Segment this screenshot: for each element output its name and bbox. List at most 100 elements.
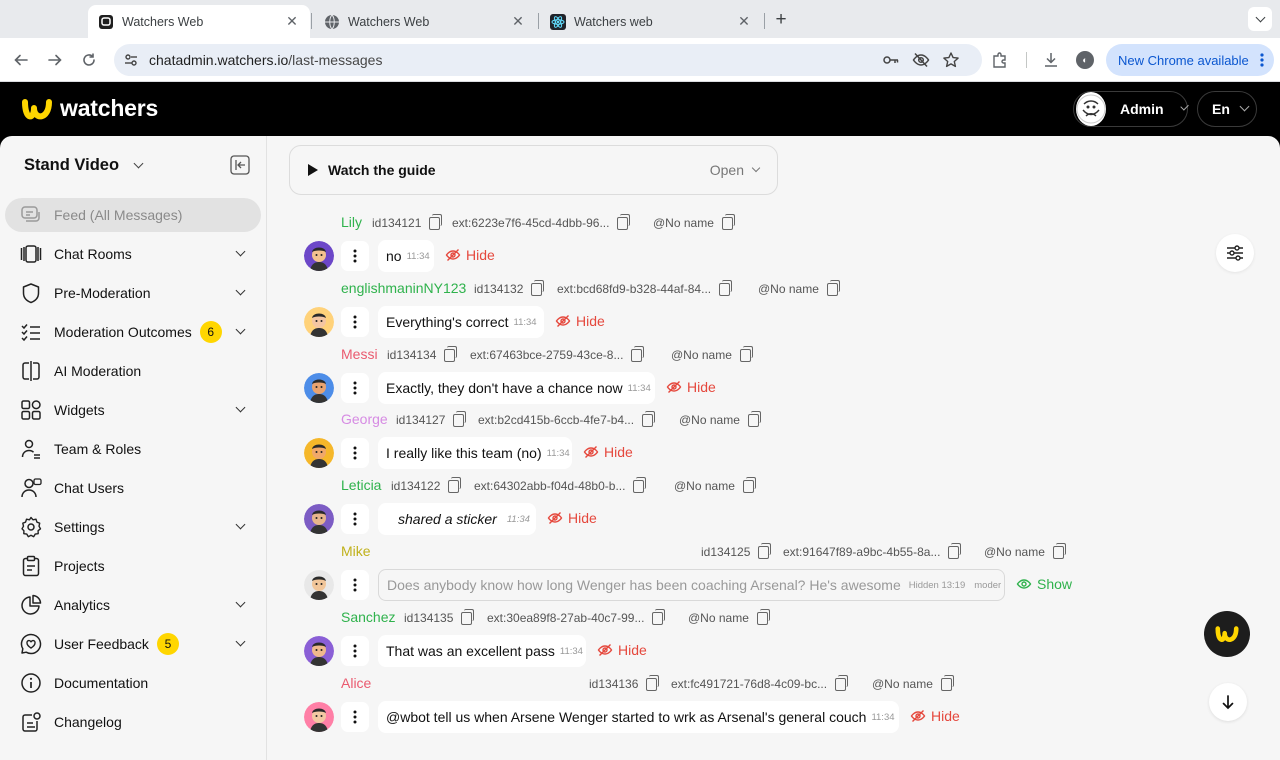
- sidebar-item-chat-rooms[interactable]: Chat Rooms: [5, 237, 261, 271]
- sidebar-item-documentation[interactable]: Documentation: [5, 666, 261, 700]
- copy-icon[interactable]: [1052, 542, 1066, 559]
- message-bubble[interactable]: shared a sticker 11:34: [378, 503, 536, 535]
- sidebar-item-moderation-outcomes[interactable]: Moderation Outcomes 6: [5, 315, 261, 349]
- copy-icon[interactable]: [747, 410, 761, 427]
- avatar[interactable]: [304, 636, 334, 666]
- show-message-button[interactable]: Show: [1016, 576, 1072, 592]
- copy-icon[interactable]: [631, 345, 645, 362]
- copy-icon[interactable]: [646, 674, 660, 691]
- message-username[interactable]: englishmaninNY123: [341, 280, 466, 296]
- browser-tab[interactable]: Watchers web ✕: [540, 5, 762, 38]
- sidebar-item-team-roles[interactable]: Team & Roles: [5, 432, 261, 466]
- copy-icon[interactable]: [444, 345, 458, 362]
- back-button[interactable]: [10, 49, 32, 71]
- forward-button[interactable]: [44, 49, 66, 71]
- copy-icon[interactable]: [758, 542, 772, 559]
- sidebar-item-pre-moderation[interactable]: Pre-Moderation: [5, 276, 261, 310]
- message-menu-button[interactable]: [341, 307, 369, 337]
- admin-menu-button[interactable]: Admin: [1073, 91, 1189, 127]
- chevron-down-icon[interactable]: [235, 519, 246, 530]
- browser-tab-active[interactable]: Watchers Web ✕: [88, 5, 310, 38]
- message-menu-button[interactable]: [341, 702, 369, 732]
- sidebar-item-chat-users[interactable]: Chat Users: [5, 471, 261, 505]
- copy-icon[interactable]: [721, 213, 735, 230]
- sidebar-item-ai-moderation[interactable]: AI Moderation: [5, 354, 261, 388]
- message-bubble[interactable]: @wbot tell us when Arsene Wenger started…: [378, 701, 899, 733]
- message-bubble[interactable]: That was an excellent pass 11:34: [378, 635, 586, 667]
- avatar[interactable]: [304, 570, 334, 600]
- filter-settings-button[interactable]: [1216, 234, 1254, 272]
- chevron-down-icon[interactable]: [235, 597, 246, 608]
- sidebar-item-user-feedback[interactable]: User Feedback 5: [5, 627, 261, 661]
- message-username[interactable]: Lily: [341, 214, 362, 230]
- copy-icon[interactable]: [453, 410, 467, 427]
- message-bubble[interactable]: I really like this team (no) 11:34: [378, 437, 572, 469]
- site-settings-icon[interactable]: [122, 51, 140, 69]
- copy-icon[interactable]: [742, 476, 756, 493]
- message-bubble[interactable]: Does anybody know how long Wenger has be…: [378, 569, 1005, 601]
- copy-icon[interactable]: [835, 674, 849, 691]
- message-menu-button[interactable]: [341, 570, 369, 600]
- avatar[interactable]: [304, 438, 334, 468]
- sidebar-item-settings[interactable]: Settings: [5, 510, 261, 544]
- copy-icon[interactable]: [633, 476, 647, 493]
- avatar[interactable]: [304, 504, 334, 534]
- copy-icon[interactable]: [719, 279, 733, 296]
- message-username[interactable]: Alice: [341, 675, 371, 691]
- eye-off-icon[interactable]: [912, 51, 930, 69]
- guide-open-button[interactable]: Open: [710, 162, 761, 178]
- chevron-down-icon[interactable]: [235, 636, 246, 647]
- message-bubble[interactable]: Everything's correct 11:34: [378, 306, 544, 338]
- kebab-menu-icon[interactable]: [1260, 52, 1264, 71]
- guide-banner[interactable]: Watch the guide Open: [289, 145, 778, 195]
- tab-close-icon[interactable]: ✕: [284, 13, 300, 30]
- message-bubble[interactable]: Exactly, they don't have a chance now 11…: [378, 372, 655, 404]
- download-icon[interactable]: [1041, 50, 1061, 70]
- copy-icon[interactable]: [531, 279, 545, 296]
- avatar[interactable]: [304, 307, 334, 337]
- browser-tab[interactable]: Watchers Web ✕: [314, 5, 536, 38]
- scroll-down-button[interactable]: [1209, 683, 1247, 721]
- profile-avatar[interactable]: ◐: [1076, 51, 1094, 69]
- message-username[interactable]: George: [341, 411, 388, 427]
- tab-search-button[interactable]: [1248, 7, 1272, 31]
- copy-icon[interactable]: [642, 410, 656, 427]
- message-menu-button[interactable]: [341, 504, 369, 534]
- hide-message-button[interactable]: Hide: [547, 510, 597, 526]
- message-username[interactable]: Messi: [341, 346, 378, 362]
- tab-close-icon[interactable]: ✕: [510, 13, 526, 30]
- avatar[interactable]: [304, 241, 334, 271]
- address-bar[interactable]: chatadmin.watchers.io/last-messages: [114, 44, 982, 76]
- avatar[interactable]: [304, 373, 334, 403]
- update-chrome-button[interactable]: New Chrome available: [1106, 44, 1274, 76]
- language-selector[interactable]: En: [1197, 91, 1257, 127]
- hide-message-button[interactable]: Hide: [910, 708, 960, 724]
- copy-icon[interactable]: [652, 608, 666, 625]
- chevron-down-icon[interactable]: [235, 402, 246, 413]
- copy-icon[interactable]: [826, 279, 840, 296]
- copy-icon[interactable]: [940, 674, 954, 691]
- watchers-bot-button[interactable]: [1204, 611, 1250, 657]
- hide-message-button[interactable]: Hide: [597, 642, 647, 658]
- project-selector[interactable]: Stand Video: [24, 156, 144, 175]
- copy-icon[interactable]: [461, 608, 475, 625]
- reload-button[interactable]: [78, 49, 100, 71]
- collapse-sidebar-icon[interactable]: [230, 155, 250, 175]
- hide-message-button[interactable]: Hide: [583, 444, 633, 460]
- copy-icon[interactable]: [448, 476, 462, 493]
- message-bubble[interactable]: no 11:34: [378, 240, 434, 272]
- sidebar-item-widgets[interactable]: Widgets: [5, 393, 261, 427]
- message-menu-button[interactable]: [341, 636, 369, 666]
- chevron-down-icon[interactable]: [235, 246, 246, 257]
- brand-logo[interactable]: watchers: [22, 95, 158, 122]
- copy-icon[interactable]: [429, 213, 443, 230]
- hide-message-button[interactable]: Hide: [555, 313, 605, 329]
- hide-message-button[interactable]: Hide: [666, 379, 716, 395]
- sidebar-item-changelog[interactable]: Changelog: [5, 705, 261, 739]
- message-menu-button[interactable]: [341, 438, 369, 468]
- chevron-down-icon[interactable]: [235, 324, 246, 335]
- sidebar-item-feed[interactable]: Feed (All Messages): [5, 198, 261, 232]
- copy-icon[interactable]: [739, 345, 753, 362]
- avatar[interactable]: [304, 702, 334, 732]
- password-key-icon[interactable]: [882, 51, 900, 69]
